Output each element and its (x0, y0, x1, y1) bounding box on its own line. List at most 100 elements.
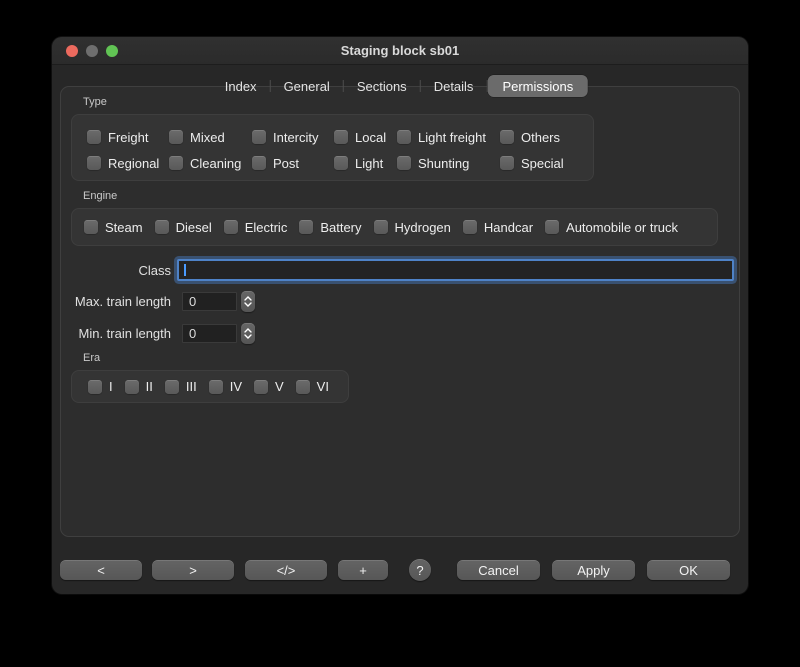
checkbox-label: Steam (105, 220, 143, 235)
checkbox-mixed[interactable]: Mixed (169, 130, 252, 145)
checkbox-era-vi[interactable]: VI (296, 379, 329, 394)
checkbox-icon (500, 156, 514, 170)
checkbox-intercity[interactable]: Intercity (252, 130, 334, 145)
checkbox-automobile-or-truck[interactable]: Automobile or truck (545, 220, 678, 235)
class-field-wrapper (177, 259, 734, 281)
checkbox-shunting[interactable]: Shunting (397, 156, 500, 171)
type-row-2: Regional Cleaning Post Light Shunting Sp… (72, 150, 593, 176)
help-button[interactable]: ? (409, 559, 431, 581)
min-train-length-field (182, 324, 237, 343)
checkbox-icon (84, 220, 98, 234)
checkbox-era-iv[interactable]: IV (209, 379, 242, 394)
traffic-lights (66, 37, 118, 65)
checkbox-label: Post (273, 156, 299, 171)
chevron-down-icon (244, 334, 252, 339)
desktop-background: Staging block sb01 Index General Section… (0, 0, 800, 667)
checkbox-icon (87, 130, 101, 144)
tab-details[interactable]: Details (421, 75, 487, 97)
min-train-length-label: Min. train length (61, 326, 171, 341)
text-caret (184, 264, 186, 276)
engine-group: Steam Diesel Electric Battery Hydrogen H… (71, 208, 718, 246)
engine-row: Steam Diesel Electric Battery Hydrogen H… (72, 209, 717, 245)
min-train-length-stepper[interactable] (241, 323, 255, 344)
chevron-up-icon (244, 328, 252, 333)
checkbox-icon (334, 130, 348, 144)
checkbox-label: I (109, 379, 113, 394)
checkbox-cleaning[interactable]: Cleaning (169, 156, 252, 171)
checkbox-label: Local (355, 130, 386, 145)
checkbox-era-iii[interactable]: III (165, 379, 197, 394)
checkbox-hydrogen[interactable]: Hydrogen (374, 220, 451, 235)
class-input[interactable] (179, 261, 732, 279)
tab-permissions[interactable]: Permissions (487, 75, 588, 97)
close-button[interactable] (66, 45, 78, 57)
checkbox-icon (397, 130, 411, 144)
checkbox-electric[interactable]: Electric (224, 220, 288, 235)
checkbox-battery[interactable]: Battery (299, 220, 361, 235)
checkbox-label: V (275, 379, 284, 394)
checkbox-label: Battery (320, 220, 361, 235)
window-title: Staging block sb01 (341, 43, 459, 58)
checkbox-label: Light (355, 156, 383, 171)
checkbox-freight[interactable]: Freight (87, 130, 169, 145)
era-row: I II III IV V VI (72, 371, 348, 402)
checkbox-local[interactable]: Local (334, 130, 397, 145)
checkbox-era-ii[interactable]: II (125, 379, 153, 394)
tab-general[interactable]: General (271, 75, 343, 97)
checkbox-label: Handcar (484, 220, 533, 235)
min-train-length-input[interactable] (183, 325, 236, 342)
minimize-button (86, 45, 98, 57)
checkbox-icon (125, 380, 139, 394)
checkbox-icon (299, 220, 313, 234)
permissions-pane: Type Freight Mixed Intercity Local Light… (60, 86, 740, 537)
checkbox-handcar[interactable]: Handcar (463, 220, 533, 235)
checkbox-label: Cleaning (190, 156, 241, 171)
checkbox-label: Light freight (418, 130, 486, 145)
checkbox-icon (252, 156, 266, 170)
type-group: Freight Mixed Intercity Local Light frei… (71, 114, 594, 181)
checkbox-era-v[interactable]: V (254, 379, 284, 394)
checkbox-label: II (146, 379, 153, 394)
engine-group-label: Engine (83, 190, 117, 202)
checkbox-icon (545, 220, 559, 234)
checkbox-post[interactable]: Post (252, 156, 334, 171)
class-label: Class (61, 263, 171, 278)
checkbox-label: Others (521, 130, 560, 145)
checkbox-icon (254, 380, 268, 394)
checkbox-icon (165, 380, 179, 394)
checkbox-label: Special (521, 156, 564, 171)
footer-button-bar: < > </> + ? Cancel Apply OK (60, 559, 740, 581)
titlebar[interactable]: Staging block sb01 (52, 37, 748, 65)
checkbox-icon (169, 130, 183, 144)
tab-bar: Index General Sections Details Permissio… (212, 75, 588, 97)
checkbox-icon (209, 380, 223, 394)
checkbox-icon (500, 130, 514, 144)
checkbox-light-freight[interactable]: Light freight (397, 130, 500, 145)
checkbox-diesel[interactable]: Diesel (155, 220, 212, 235)
cancel-button[interactable]: Cancel (457, 560, 540, 580)
checkbox-light[interactable]: Light (334, 156, 397, 171)
tab-sections[interactable]: Sections (344, 75, 420, 97)
zoom-button[interactable] (106, 45, 118, 57)
ok-button[interactable]: OK (647, 560, 730, 580)
checkbox-label: Automobile or truck (566, 220, 678, 235)
checkbox-label: Freight (108, 130, 148, 145)
prev-button[interactable]: < (60, 560, 142, 580)
apply-button[interactable]: Apply (552, 560, 635, 580)
checkbox-steam[interactable]: Steam (84, 220, 143, 235)
tab-index[interactable]: Index (212, 75, 270, 97)
checkbox-others[interactable]: Others (500, 130, 560, 145)
type-group-label: Type (83, 96, 107, 108)
checkbox-label: Electric (245, 220, 288, 235)
checkbox-icon (463, 220, 477, 234)
max-train-length-field (182, 292, 237, 311)
max-train-length-stepper[interactable] (241, 291, 255, 312)
code-button[interactable]: </> (245, 560, 327, 580)
checkbox-regional[interactable]: Regional (87, 156, 169, 171)
next-button[interactable]: > (152, 560, 234, 580)
checkbox-special[interactable]: Special (500, 156, 564, 171)
add-button[interactable]: + (338, 560, 388, 580)
max-train-length-input[interactable] (183, 293, 236, 310)
checkbox-label: Shunting (418, 156, 469, 171)
checkbox-era-i[interactable]: I (88, 379, 113, 394)
